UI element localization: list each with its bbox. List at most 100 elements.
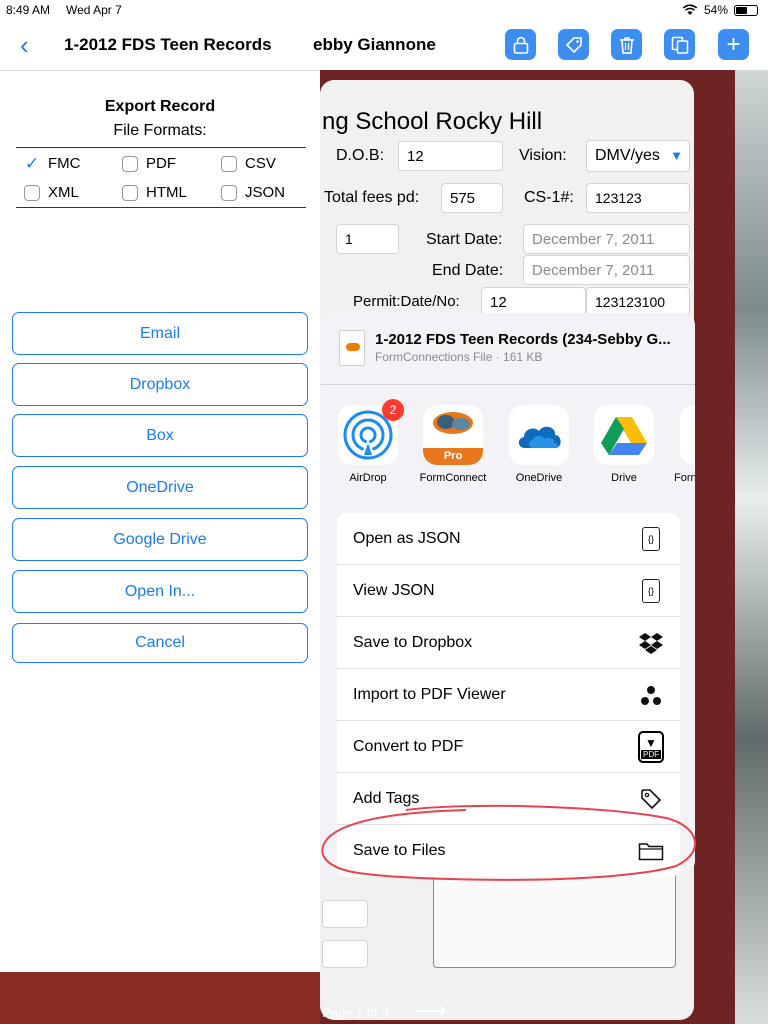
dropbox-icon: [638, 630, 664, 656]
background-photo: [735, 70, 768, 1024]
tag-button[interactable]: [558, 29, 589, 60]
format-label: HTML: [146, 184, 187, 201]
trash-button[interactable]: [611, 29, 642, 60]
open-in-button[interactable]: Open In...: [12, 570, 308, 613]
dob-field[interactable]: 12: [398, 141, 503, 171]
app-airdrop[interactable]: 2 AirDrop: [329, 399, 407, 484]
permit-label: Permit:Date/No:: [353, 293, 460, 310]
action-save-to-dropbox[interactable]: Save to Dropbox: [337, 617, 680, 669]
permit-number-field[interactable]: 123123100: [586, 287, 690, 315]
action-label: Open as JSON: [353, 529, 461, 547]
status-indicators: 54%: [682, 3, 758, 17]
file-thumbnail: [339, 330, 365, 366]
trash-icon: [619, 36, 634, 54]
cs1-field[interactable]: 123123: [586, 183, 690, 213]
format-label: XML: [48, 184, 79, 201]
end-date-field[interactable]: December 7, 2011: [523, 255, 690, 285]
export-title: Export Record: [104, 98, 216, 115]
status-date: Wed Apr 7: [66, 3, 122, 17]
app-label: Forn: [674, 472, 695, 484]
format-label: CSV: [245, 155, 276, 172]
unlabeled-field[interactable]: 1: [336, 224, 399, 254]
add-button[interactable]: +: [718, 29, 749, 60]
pro-tag: Pro: [423, 448, 483, 465]
vision-value: DMV/yes: [595, 147, 660, 164]
form-field-partial[interactable]: [322, 940, 368, 968]
pdf-viewer-icon: [638, 682, 664, 708]
box-button[interactable]: Box: [12, 414, 308, 457]
panel-title: 1-2012 FDS Teen Records: [64, 35, 272, 54]
form-heading: ng School Rocky Hill: [322, 108, 543, 135]
format-label: FMC: [48, 155, 81, 172]
start-date-field[interactable]: December 7, 2011: [523, 224, 690, 254]
formconnect-icon: [680, 405, 695, 465]
action-label: Import to PDF Viewer: [353, 685, 506, 703]
app-formconnect[interactable]: Pro FormConnect: [414, 405, 492, 484]
json-file-icon: {}: [638, 578, 664, 604]
onedrive-icon: [509, 405, 569, 465]
file-subtitle: FormConnections File · 161 KB: [375, 350, 543, 364]
end-date-label: End Date:: [432, 262, 504, 279]
format-option-fmc[interactable]: ✓ FMC: [24, 153, 81, 173]
format-label: JSON: [245, 184, 286, 201]
checkbox: [24, 184, 40, 201]
app-google-drive[interactable]: Drive: [585, 405, 663, 484]
app-formconnect-partial[interactable]: Forn: [670, 405, 695, 484]
cancel-button[interactable]: Cancel: [12, 623, 308, 663]
signature-box[interactable]: [433, 872, 676, 968]
action-view-json[interactable]: View JSON {}: [337, 565, 680, 617]
format-option-pdf[interactable]: PDF: [122, 155, 176, 172]
back-chevron-icon[interactable]: ‹: [20, 30, 29, 61]
notification-badge: 2: [382, 399, 404, 421]
checkbox: [122, 155, 138, 172]
format-label: PDF: [146, 155, 176, 172]
permit-date-field[interactable]: 12: [481, 287, 586, 315]
vision-select[interactable]: DMV/yes ▼: [586, 140, 690, 172]
duplicate-icon: [671, 36, 688, 54]
red-circle-annotation: [321, 804, 696, 881]
action-label: Convert to PDF: [353, 737, 464, 755]
checkbox: [221, 155, 237, 172]
battery-percent: 54%: [703, 3, 728, 17]
dropdown-arrow-icon: ▼: [670, 148, 683, 163]
action-import-pdf-viewer[interactable]: Import to PDF Viewer: [337, 669, 680, 721]
checkmark-icon: ✓: [24, 153, 40, 173]
action-open-as-json[interactable]: Open as JSON {}: [337, 513, 680, 565]
action-convert-to-pdf[interactable]: Convert to PDF ▼ PDF: [337, 721, 680, 773]
app-label: OneDrive: [515, 472, 563, 484]
wifi-icon: [682, 4, 698, 15]
file-formats-label: File Formats:: [113, 122, 207, 139]
format-option-xml[interactable]: XML: [24, 184, 79, 201]
json-file-icon: {}: [638, 526, 664, 552]
next-page-arrow-icon[interactable]: ⟶: [415, 998, 447, 1024]
checkbox: [221, 184, 237, 201]
form-field-partial[interactable]: [322, 900, 368, 928]
divider: [321, 384, 695, 385]
action-label: Save to Dropbox: [353, 633, 473, 651]
format-option-json[interactable]: JSON: [221, 184, 285, 201]
duplicate-button[interactable]: [664, 29, 695, 60]
app-onedrive[interactable]: OneDrive: [500, 405, 578, 484]
battery-icon: [734, 4, 758, 16]
lock-button[interactable]: [505, 29, 536, 60]
format-option-html[interactable]: HTML: [122, 184, 187, 201]
record-title: ebby Giannone: [313, 35, 436, 54]
app-label: Drive: [611, 472, 637, 484]
email-button[interactable]: Email: [12, 312, 308, 355]
total-fees-label: Total fees pd:: [324, 189, 420, 206]
total-fees-field[interactable]: 575: [441, 183, 503, 213]
dropbox-button[interactable]: Dropbox: [12, 363, 308, 406]
plus-icon: +: [726, 30, 741, 58]
google-drive-button[interactable]: Google Drive: [12, 518, 308, 561]
cs1-label: CS-1#:: [524, 189, 574, 206]
start-date-label: Start Date:: [426, 231, 503, 248]
checkbox: [122, 184, 138, 201]
pdf-icon: ▼ PDF: [638, 730, 664, 763]
background-floor: [0, 972, 320, 1024]
google-drive-icon: [594, 405, 654, 465]
onedrive-button[interactable]: OneDrive: [12, 466, 308, 509]
vision-label: Vision:: [519, 147, 567, 164]
format-option-csv[interactable]: CSV: [221, 155, 276, 172]
formconnect-icon: Pro: [423, 405, 483, 465]
status-time: 8:49 AM: [6, 3, 51, 17]
